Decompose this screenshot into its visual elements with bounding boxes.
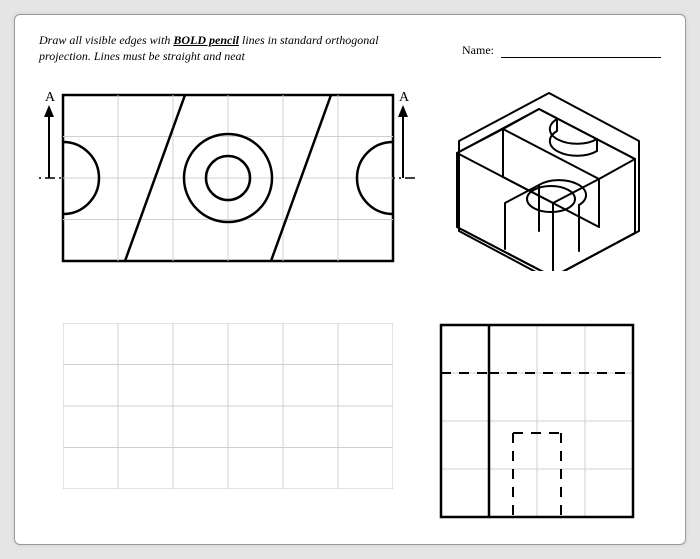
front-view-svg: [63, 323, 393, 489]
stage: Draw all visible edges with BOLD pencil …: [0, 0, 700, 559]
front-view-panel[interactable]: [63, 323, 393, 489]
side-view-svg: [439, 323, 639, 523]
top-view-drawing: [63, 95, 393, 261]
top-view-svg: A A: [39, 83, 419, 273]
worksheet-sheet: Draw all visible edges with BOLD pencil …: [14, 14, 686, 545]
isometric-svg: [439, 81, 649, 271]
instruction-bold: BOLD pencil: [173, 33, 239, 47]
name-field: Name:: [462, 43, 661, 58]
instruction-prefix: Draw all visible edges with: [39, 33, 173, 47]
name-blank-line[interactable]: [501, 57, 661, 58]
name-label: Name:: [462, 43, 494, 57]
label-a-right: A: [399, 90, 410, 105]
top-view-panel: A A: [39, 83, 419, 273]
label-a-left: A: [45, 90, 56, 105]
instruction-text: Draw all visible edges with BOLD pencil …: [39, 33, 399, 64]
arrow-right: [398, 105, 408, 178]
content-area: Draw all visible edges with BOLD pencil …: [39, 33, 661, 520]
side-view-panel: [439, 323, 639, 523]
arrow-left: [44, 105, 54, 178]
isometric-panel: [439, 81, 649, 271]
